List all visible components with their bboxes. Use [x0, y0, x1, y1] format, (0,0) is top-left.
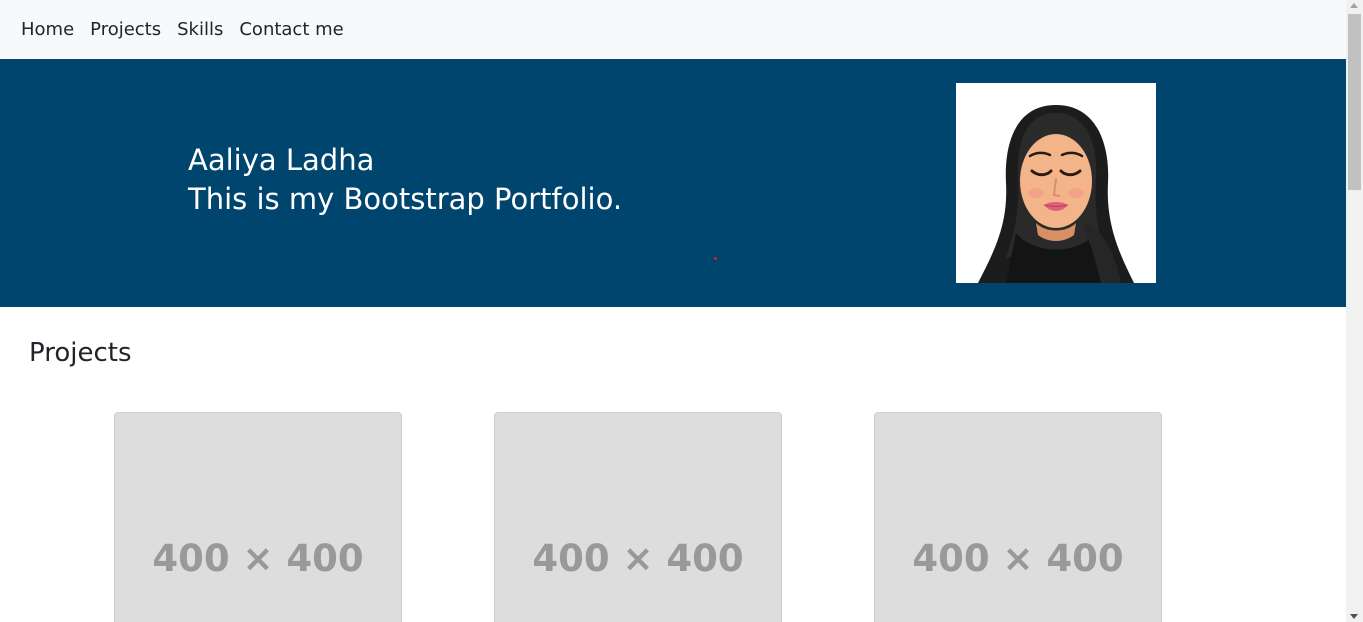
- scrollbar-thumb[interactable]: [1348, 14, 1361, 190]
- nav-link-home[interactable]: Home: [21, 19, 74, 40]
- scroll-down-arrow-icon[interactable]: [1350, 614, 1358, 619]
- nav-link-projects[interactable]: Projects: [90, 19, 161, 40]
- scroll-up-arrow-icon[interactable]: [1350, 3, 1358, 8]
- navbar: Home Projects Skills Contact me: [0, 0, 1346, 59]
- avatar: [956, 83, 1156, 283]
- hero-name: Aaliya Ladha: [188, 143, 375, 177]
- red-dot: [714, 257, 717, 260]
- nav-link-contact[interactable]: Contact me: [239, 19, 343, 40]
- woman-in-hijab-avatar-icon: [978, 105, 1134, 283]
- nav-link-skills[interactable]: Skills: [177, 19, 223, 40]
- project-card-1[interactable]: 400 × 400: [114, 412, 402, 622]
- hero-banner: Aaliya Ladha This is my Bootstrap Portfo…: [0, 59, 1346, 307]
- project-card-3[interactable]: 400 × 400: [874, 412, 1162, 622]
- placeholder-label: 400 × 400: [152, 537, 364, 580]
- hero-text: Aaliya Ladha This is my Bootstrap Portfo…: [188, 141, 622, 219]
- projects-title: Projects: [29, 338, 132, 368]
- placeholder-label: 400 × 400: [912, 537, 1124, 580]
- vertical-scrollbar[interactable]: [1346, 0, 1363, 622]
- page: Home Projects Skills Contact me Aaliya L…: [0, 0, 1346, 622]
- project-card-2[interactable]: 400 × 400: [494, 412, 782, 622]
- placeholder-label: 400 × 400: [532, 537, 744, 580]
- hero-tagline: This is my Bootstrap Portfolio.: [188, 182, 623, 216]
